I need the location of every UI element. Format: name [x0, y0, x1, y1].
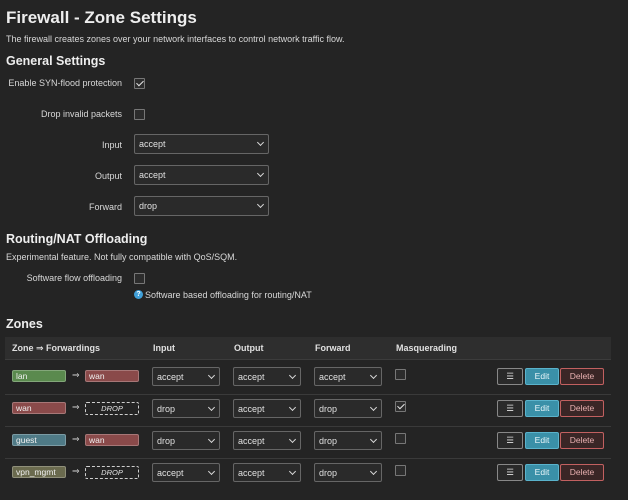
- forward-policy-label: Forward: [88, 202, 122, 212]
- chevron-down-icon: [207, 371, 216, 379]
- zones-heading: Zones: [6, 317, 43, 331]
- zone-input-select[interactable]: accept: [152, 367, 220, 386]
- chevron-down-icon: [369, 403, 378, 411]
- general-settings-heading: General Settings: [6, 54, 106, 68]
- drop-invalid-label: Drop invalid packets: [40, 109, 122, 119]
- edit-zone-button[interactable]: Edit: [525, 368, 559, 385]
- row-menu-button[interactable]: ☰: [497, 464, 523, 481]
- row-separator: [5, 426, 611, 427]
- zone-input-value: accept: [157, 467, 184, 478]
- masquerading-checkbox[interactable]: [395, 433, 406, 444]
- forward-drop-badge: DROP: [85, 466, 139, 479]
- chevron-down-icon: [369, 371, 378, 379]
- forward-policy-select[interactable]: drop: [134, 196, 269, 216]
- zone-badge: wan: [12, 402, 66, 414]
- zone-forward-select[interactable]: drop: [314, 463, 382, 482]
- output-policy-label: Output: [94, 171, 122, 181]
- software-offloading-label: Software flow offloading: [26, 273, 122, 283]
- chevron-down-icon: [256, 138, 265, 147]
- input-policy-value: accept: [139, 139, 166, 149]
- delete-zone-button[interactable]: Delete: [560, 432, 604, 449]
- zone-output-value: accept: [238, 467, 265, 478]
- column-forward: Forward: [315, 343, 351, 353]
- column-zone-forwardings: Zone ⇒ Forwardings: [12, 343, 101, 353]
- zone-badge: lan: [12, 370, 66, 382]
- row-menu-button[interactable]: ☰: [497, 368, 523, 385]
- zone-output-value: accept: [238, 371, 265, 382]
- chevron-down-icon: [256, 200, 265, 209]
- forward-arrow-icon: ⇒: [72, 434, 80, 444]
- delete-zone-button[interactable]: Delete: [560, 464, 604, 481]
- zone-output-value: accept: [238, 403, 265, 414]
- zone-badge: guest: [12, 434, 66, 446]
- syn-flood-checkbox[interactable]: [134, 78, 145, 89]
- forward-arrow-icon: ⇒: [72, 466, 80, 476]
- chevron-down-icon: [288, 435, 297, 443]
- forward-zone-badge: wan: [85, 370, 139, 382]
- masquerading-checkbox[interactable]: [395, 369, 406, 380]
- chevron-down-icon: [288, 467, 297, 475]
- forward-zone-badge: wan: [85, 434, 139, 446]
- edit-zone-button[interactable]: Edit: [525, 400, 559, 417]
- zone-input-select[interactable]: drop: [152, 399, 220, 418]
- zone-forward-value: drop: [319, 467, 338, 478]
- offloading-description: Experimental feature. Not fully compatib…: [6, 252, 238, 262]
- input-policy-label: Input: [101, 140, 122, 150]
- column-masquerading: Masquerading: [396, 343, 458, 353]
- output-policy-value: accept: [139, 170, 166, 180]
- chevron-down-icon: [207, 467, 216, 475]
- zone-input-value: drop: [157, 435, 176, 446]
- masquerading-checkbox[interactable]: [395, 401, 406, 412]
- zone-forward-value: drop: [319, 435, 338, 446]
- zone-forward-value: accept: [319, 371, 346, 382]
- zone-badge: vpn_mgmt: [12, 466, 66, 478]
- chevron-down-icon: [207, 435, 216, 443]
- row-menu-button[interactable]: ☰: [497, 432, 523, 449]
- zone-input-select[interactable]: drop: [152, 431, 220, 450]
- zone-input-value: drop: [157, 403, 176, 414]
- forward-arrow-icon: ⇒: [72, 370, 80, 380]
- forward-arrow-icon: ⇒: [72, 402, 80, 412]
- zone-input-value: accept: [157, 371, 184, 382]
- zone-forward-select[interactable]: accept: [314, 367, 382, 386]
- masquerading-checkbox[interactable]: [395, 465, 406, 476]
- chevron-down-icon: [256, 169, 265, 178]
- offloading-heading: Routing/NAT Offloading: [6, 232, 148, 246]
- zone-forward-select[interactable]: drop: [314, 431, 382, 450]
- output-policy-select[interactable]: accept: [134, 165, 269, 185]
- row-separator: [5, 458, 611, 459]
- row-menu-button[interactable]: ☰: [497, 400, 523, 417]
- chevron-down-icon: [369, 435, 378, 443]
- software-offloading-help: Software based offloading for routing/NA…: [145, 290, 312, 300]
- help-icon: ?: [134, 290, 143, 299]
- delete-zone-button[interactable]: Delete: [560, 368, 604, 385]
- edit-zone-button[interactable]: Edit: [525, 432, 559, 449]
- forward-policy-value: drop: [139, 201, 158, 211]
- page-description: The firewall creates zones over your net…: [6, 34, 345, 44]
- chevron-down-icon: [369, 467, 378, 475]
- software-offloading-checkbox[interactable]: [134, 273, 145, 284]
- forward-drop-badge: DROP: [85, 402, 139, 415]
- zone-output-select[interactable]: accept: [233, 367, 301, 386]
- column-input: Input: [153, 343, 175, 353]
- column-output: Output: [234, 343, 264, 353]
- delete-zone-button[interactable]: Delete: [560, 400, 604, 417]
- zone-output-value: accept: [238, 435, 265, 446]
- zone-output-select[interactable]: accept: [233, 399, 301, 418]
- input-policy-select[interactable]: accept: [134, 134, 269, 154]
- zone-output-select[interactable]: accept: [233, 431, 301, 450]
- edit-zone-button[interactable]: Edit: [525, 464, 559, 481]
- chevron-down-icon: [288, 371, 297, 379]
- row-separator: [5, 394, 611, 395]
- drop-invalid-checkbox[interactable]: [134, 109, 145, 120]
- zone-input-select[interactable]: accept: [152, 463, 220, 482]
- syn-flood-label: Enable SYN-flood protection: [8, 78, 122, 88]
- page-title: Firewall - Zone Settings: [6, 8, 197, 27]
- zone-output-select[interactable]: accept: [233, 463, 301, 482]
- chevron-down-icon: [288, 403, 297, 411]
- zone-forward-select[interactable]: drop: [314, 399, 382, 418]
- zone-forward-value: drop: [319, 403, 338, 414]
- chevron-down-icon: [207, 403, 216, 411]
